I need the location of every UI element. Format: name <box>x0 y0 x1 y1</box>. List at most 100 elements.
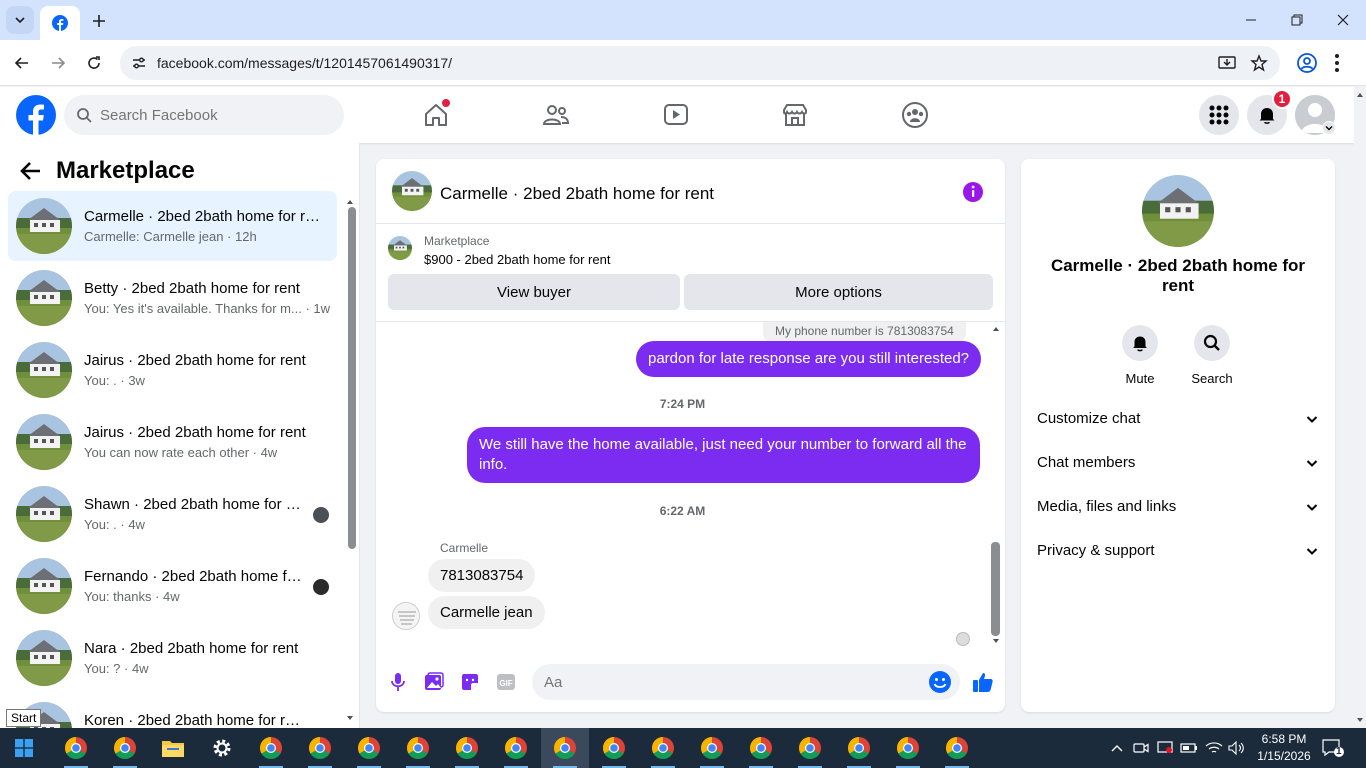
chat-title[interactable]: Carmelle · 2bed 2bath home for rent <box>440 184 714 204</box>
emoji-icon[interactable] <box>928 670 952 694</box>
nav-home[interactable] <box>418 99 454 131</box>
voice-clip-button[interactable] <box>386 670 410 694</box>
taskbar-chrome-1[interactable] <box>52 728 100 768</box>
forward-button[interactable] <box>44 49 72 77</box>
tray-volume[interactable] <box>1228 739 1246 757</box>
facebook-logo-icon[interactable] <box>16 95 56 135</box>
browser-tab-facebook[interactable] <box>40 6 80 40</box>
action-center-button[interactable]: 1 <box>1322 738 1344 758</box>
browser-menu-icon[interactable] <box>1334 52 1340 74</box>
sent-message[interactable]: pardon for late response are you still i… <box>636 341 982 377</box>
taskbar-chrome-7[interactable] <box>443 728 491 768</box>
browser-profile-icon[interactable] <box>1296 52 1318 74</box>
menu-button[interactable] <box>1199 95 1239 135</box>
close-window-button[interactable] <box>1330 8 1356 32</box>
scroll-up-arrow-icon[interactable] <box>1354 90 1366 100</box>
nav-marketplace[interactable] <box>777 99 813 131</box>
received-message[interactable]: Carmelle jean <box>428 596 545 629</box>
page-scrollbar[interactable] <box>1354 87 1366 728</box>
taskbar-chrome-15[interactable] <box>884 728 932 768</box>
scroll-down-arrow-icon[interactable] <box>344 713 356 723</box>
taskbar-chrome-13[interactable] <box>786 728 834 768</box>
conversation-item-fernando[interactable]: Fernando · 2bed 2bath home for rent You:… <box>8 551 337 621</box>
scroll-up-arrow-icon[interactable] <box>344 197 356 207</box>
media-files-links-section[interactable]: Media, files and links <box>1029 486 1327 530</box>
message-input-box[interactable] <box>532 664 960 700</box>
chat-members-section[interactable]: Chat members <box>1029 442 1327 486</box>
conversation-item-nara[interactable]: Nara · 2bed 2bath home for rent You: ? ·… <box>8 623 337 693</box>
send-like-button[interactable] <box>971 670 995 694</box>
taskbar-file-explorer[interactable] <box>149 728 197 768</box>
conversation-item-jairus-2[interactable]: Jairus · 2bed 2bath home for rent You ca… <box>8 407 337 477</box>
chat-listing-thumbnail[interactable] <box>392 171 432 211</box>
new-tab-button[interactable] <box>86 8 112 34</box>
clock-time: 6:58 PM <box>1261 732 1307 746</box>
search-action[interactable]: Search <box>1182 325 1242 386</box>
sticker-button[interactable] <box>458 670 482 694</box>
taskbar-chrome-5[interactable] <box>345 728 393 768</box>
privacy-support-section[interactable]: Privacy & support <box>1029 530 1327 574</box>
tray-security[interactable] <box>1156 739 1174 757</box>
gif-button[interactable]: GIF <box>494 670 518 694</box>
reload-button[interactable] <box>80 49 108 77</box>
facebook-search-input[interactable] <box>100 104 330 126</box>
nav-video[interactable] <box>658 99 694 131</box>
taskbar-chrome-10[interactable] <box>639 728 687 768</box>
start-button[interactable] <box>0 728 48 768</box>
view-buyer-button[interactable]: View buyer <box>388 274 680 310</box>
taskbar-settings[interactable] <box>198 728 246 768</box>
facebook-search-bar[interactable] <box>64 95 344 135</box>
tray-battery[interactable] <box>1180 739 1198 757</box>
taskbar-chrome-14[interactable] <box>835 728 883 768</box>
tab-search-button[interactable] <box>6 6 34 34</box>
taskbar-chrome-8[interactable] <box>492 728 540 768</box>
sender-avatar[interactable] <box>392 602 420 630</box>
facebook-favicon-icon <box>52 15 68 31</box>
taskbar-chrome-3[interactable] <box>247 728 295 768</box>
taskbar-chrome-4[interactable] <box>296 728 344 768</box>
scroll-down-arrow-icon[interactable] <box>990 636 1002 646</box>
info-icon[interactable] <box>962 181 984 203</box>
scroll-down-arrow-icon[interactable] <box>1354 715 1366 725</box>
customize-chat-section[interactable]: Customize chat <box>1029 398 1327 442</box>
message-input[interactable] <box>544 672 914 692</box>
listing-profile-photo[interactable] <box>1142 175 1214 247</box>
install-app-icon[interactable] <box>1218 54 1236 72</box>
mute-action[interactable]: Mute <box>1110 325 1170 386</box>
back-arrow-icon[interactable] <box>20 161 42 181</box>
site-settings-icon[interactable] <box>131 55 147 71</box>
conversation-item-carmelle[interactable]: Carmelle · 2bed 2bath home for rent Carm… <box>8 191 337 261</box>
conversation-item-koren[interactable]: Koren · 2bed 2bath home for rent <box>8 695 337 728</box>
minimize-button[interactable] <box>1238 8 1264 32</box>
taskbar-chrome-12[interactable] <box>737 728 785 768</box>
taskbar-chrome-16[interactable] <box>933 728 981 768</box>
chat-scroll-thumb[interactable] <box>991 542 1000 636</box>
section-label: Chat members <box>1037 454 1136 471</box>
tray-meet-now[interactable] <box>1132 739 1150 757</box>
sent-message[interactable]: We still have the home available, just n… <box>467 427 980 483</box>
conversation-item-betty[interactable]: Betty · 2bed 2bath home for rent You: Ye… <box>8 263 337 333</box>
back-button[interactable] <box>8 49 36 77</box>
tray-overflow-button[interactable] <box>1108 739 1126 757</box>
bookmark-star-icon[interactable] <box>1250 54 1268 72</box>
account-caret[interactable] <box>1322 121 1336 135</box>
taskbar-clock[interactable]: 6:58 PM 1/15/2026 <box>1252 731 1316 765</box>
tray-wifi[interactable] <box>1205 739 1223 757</box>
taskbar-chrome-2[interactable] <box>101 728 149 768</box>
attach-photo-button[interactable] <box>422 670 446 694</box>
scroll-up-arrow-icon[interactable] <box>990 324 1002 334</box>
conversation-item-shawn[interactable]: Shawn · 2bed 2bath home for rent You: . … <box>8 479 337 549</box>
taskbar-chrome-9[interactable] <box>590 728 638 768</box>
taskbar-chrome-active[interactable] <box>541 728 589 768</box>
taskbar-chrome-6[interactable] <box>394 728 442 768</box>
nav-friends[interactable] <box>538 99 574 131</box>
close-icon <box>1337 14 1349 26</box>
restore-button[interactable] <box>1284 8 1310 32</box>
more-options-button[interactable]: More options <box>684 274 993 310</box>
address-bar[interactable]: facebook.com/messages/t/1201457061490317… <box>120 46 1280 80</box>
conversation-item-jairus[interactable]: Jairus · 2bed 2bath home for rent You: .… <box>8 335 337 405</box>
sidebar-scroll-thumb[interactable] <box>348 207 356 549</box>
taskbar-chrome-11[interactable] <box>688 728 736 768</box>
received-message[interactable]: 7813083754 <box>428 559 536 592</box>
nav-groups[interactable] <box>897 99 933 131</box>
